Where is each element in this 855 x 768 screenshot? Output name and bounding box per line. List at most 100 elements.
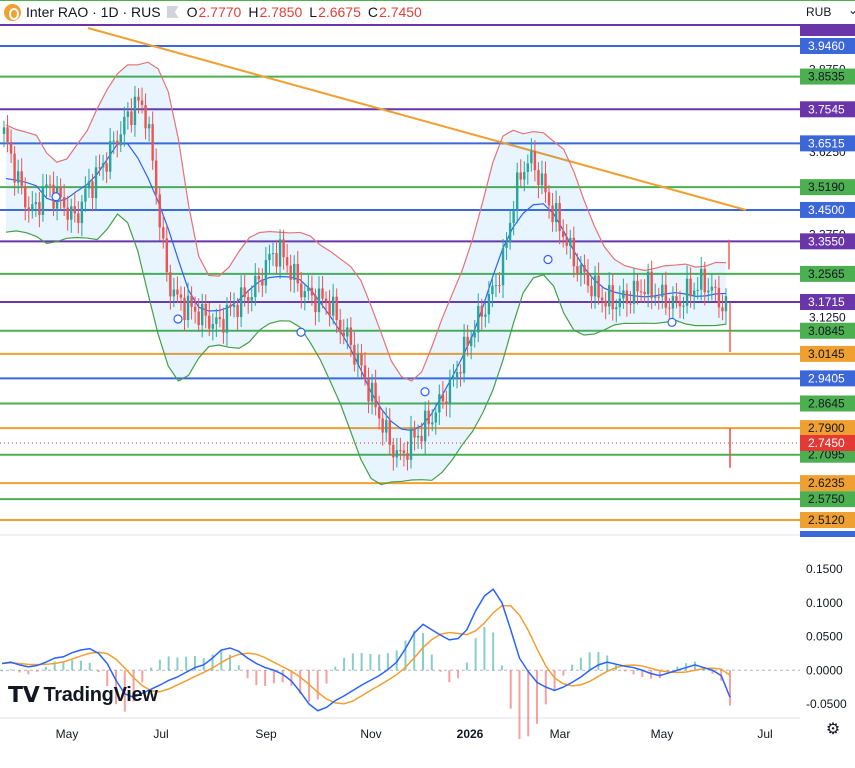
candle-body [13, 153, 16, 183]
signal-marker [420, 387, 430, 397]
candle-body [328, 301, 331, 316]
low-label: L [309, 4, 318, 20]
candle-body [190, 295, 193, 307]
candle-body [498, 285, 501, 287]
oscillator-histogram-bar [597, 651, 600, 671]
level-label: 2.5120 [808, 513, 845, 527]
candle-body [544, 173, 547, 193]
candle-body [324, 298, 328, 302]
candle-body [151, 124, 154, 161]
symbol-legend[interactable]: Inter RAO · 1D · RUS O 2.7770 H 2.7850 L 2.… [4, 2, 433, 22]
candle-body [703, 268, 706, 293]
candle-body [275, 253, 278, 267]
candle-body [597, 275, 600, 298]
candle-body [625, 290, 629, 304]
oscillator-histogram-bar [474, 638, 477, 671]
time-axis-label: Sep [255, 727, 277, 741]
candle-body [70, 206, 73, 220]
candle-body [724, 296, 728, 312]
oscillator-histogram-bar [246, 670, 249, 679]
chevron-down-icon[interactable]: ⌄ [848, 3, 855, 17]
candle-body [239, 287, 243, 317]
candle-body [583, 264, 586, 273]
candle-body [353, 344, 356, 365]
time-axis-label: May [56, 727, 79, 741]
oscillator-histogram-bar [1, 670, 3, 672]
candle-body [144, 105, 147, 129]
candle-body [643, 291, 646, 295]
candle-body [179, 294, 183, 298]
high-label: H [248, 4, 259, 20]
candle-body [116, 140, 119, 146]
oscillator-histogram-bar [632, 670, 635, 675]
time-axis-label: Nov [360, 727, 381, 741]
candle-body [689, 278, 692, 297]
gear-icon[interactable]: ⚙ [825, 722, 841, 738]
candle-body [469, 337, 473, 347]
oscillator-histogram-bar [553, 670, 556, 691]
candle-body [431, 422, 434, 425]
candle-body [123, 116, 126, 135]
tradingview-logo[interactable]: 𝗧𝗩 TradingView [8, 682, 158, 708]
oscillator-histogram-bar [334, 666, 337, 671]
candle-body [45, 184, 48, 187]
candle-body [654, 296, 657, 298]
candle-body [650, 271, 653, 298]
currency-label[interactable]: RUB [806, 5, 831, 19]
level-label-partial-bottom [800, 531, 855, 537]
candle-body [2, 127, 6, 134]
candle-body [314, 295, 317, 313]
oscillator-tick-label: 0.1000 [806, 596, 843, 610]
level-label: 3.8535 [808, 70, 845, 84]
candle-body [661, 284, 664, 297]
candle-body [441, 394, 445, 402]
candle-body [707, 290, 710, 293]
candle-body [137, 96, 140, 101]
oscillator-histogram-bar [351, 653, 354, 671]
candle-body [445, 401, 448, 405]
flag-icon[interactable] [166, 6, 179, 18]
candle-body [700, 268, 703, 290]
candle-body [636, 280, 639, 292]
candle-body [409, 428, 413, 460]
candle-body [639, 291, 643, 293]
candle-body [590, 285, 593, 297]
candle-body [140, 100, 144, 106]
level-label: 3.0145 [808, 347, 845, 361]
candle-body [416, 435, 420, 438]
candle-body [356, 353, 360, 365]
candle-body [87, 181, 91, 189]
chart-canvas[interactable]: 3.87503.62503.37503.12503.94603.85353.75… [0, 0, 855, 768]
oscillator-histogram-bar [325, 670, 328, 684]
candle-body [346, 327, 349, 337]
candle-body [402, 450, 406, 454]
candle-body [455, 372, 459, 378]
oscillator-histogram-bar [729, 670, 731, 706]
oscillator-histogram-bar [71, 660, 74, 671]
symbol-title: Inter RAO · 1D · RUS [26, 4, 161, 20]
candle-body [452, 377, 455, 379]
oscillator-histogram-bar [307, 670, 310, 702]
candle-body [293, 263, 296, 280]
candle-body [533, 151, 537, 171]
candle-body [696, 289, 699, 291]
candle-body [388, 420, 391, 445]
signal-marker [667, 317, 677, 327]
candle-body [363, 365, 367, 379]
candle-body [632, 280, 636, 304]
candle-body [547, 192, 551, 206]
candle-body [576, 266, 579, 274]
candle-body [668, 307, 671, 309]
candle-body [473, 332, 476, 338]
candle-body [285, 257, 289, 266]
candle-body [608, 285, 611, 307]
candle-body [349, 327, 353, 345]
candle-body [622, 290, 625, 299]
candle-body [84, 188, 87, 202]
candle-body [229, 304, 232, 308]
candle-body [501, 247, 505, 286]
candle-body [48, 184, 52, 186]
candle-body [108, 141, 112, 172]
candle-body [247, 297, 250, 301]
open-value: 2.7770 [198, 4, 242, 20]
